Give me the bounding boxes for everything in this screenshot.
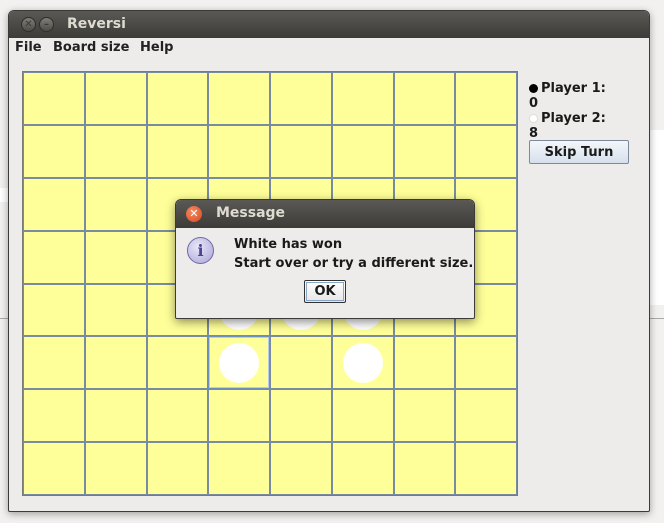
board-cell[interactable]: [331, 72, 394, 125]
board-cell[interactable]: [393, 442, 456, 495]
board-cell[interactable]: [208, 442, 270, 495]
board-cell[interactable]: [23, 72, 85, 125]
title-bar[interactable]: ✕ – Reversi: [9, 11, 649, 38]
board-cell[interactable]: [331, 442, 394, 495]
board-cell[interactable]: [23, 283, 85, 337]
board-cell[interactable]: [270, 389, 332, 443]
window-title: Reversi: [67, 16, 126, 32]
board-cell[interactable]: [393, 336, 456, 390]
player-1-label-text: Player 1:: [541, 81, 606, 96]
board-cell[interactable]: [146, 389, 209, 443]
board-cell[interactable]: [84, 283, 147, 337]
board-cell[interactable]: [270, 442, 332, 495]
skip-turn-button[interactable]: Skip Turn: [529, 140, 629, 164]
info-icon: i: [187, 237, 214, 264]
board-cell[interactable]: [393, 124, 456, 178]
menu-board-size[interactable]: Board size: [53, 40, 129, 55]
board-cell[interactable]: [23, 389, 85, 443]
board-cell[interactable]: [455, 442, 517, 495]
dialog-message-line-1: White has won: [234, 237, 343, 252]
board-cell[interactable]: [208, 72, 270, 125]
white-piece: [219, 342, 260, 383]
board-cell[interactable]: [455, 72, 517, 125]
menu-bar: File Board size Help: [9, 38, 649, 60]
board-cell[interactable]: [146, 442, 209, 495]
board-cell[interactable]: [146, 336, 209, 390]
board-cell[interactable]: [270, 124, 332, 178]
background-window-strip: [650, 130, 664, 305]
board-cell[interactable]: [23, 124, 85, 178]
board-cell[interactable]: [84, 177, 147, 231]
menu-help[interactable]: Help: [140, 40, 173, 55]
board-cell[interactable]: [23, 442, 85, 495]
board-cell[interactable]: [84, 389, 147, 443]
board-cell[interactable]: [331, 124, 394, 178]
menu-file[interactable]: File: [15, 40, 42, 55]
ok-button[interactable]: OK: [304, 280, 346, 303]
board-cell[interactable]: [208, 336, 270, 390]
background-window-strip: [650, 318, 664, 523]
board-cell[interactable]: [208, 124, 270, 178]
board-cell[interactable]: [455, 389, 517, 443]
board-cell[interactable]: [455, 336, 517, 390]
board-cell[interactable]: [270, 72, 332, 125]
minimize-icon[interactable]: –: [39, 17, 54, 32]
board-cell[interactable]: [23, 177, 85, 231]
board-cell[interactable]: [393, 72, 456, 125]
message-dialog: ✕ Message i White has won Start over or …: [175, 199, 475, 319]
board-cell[interactable]: [84, 230, 147, 284]
board-cell[interactable]: [146, 72, 209, 125]
background-window-strip: [0, 318, 8, 523]
black-disc-icon: [529, 84, 538, 93]
player-2-label-text: Player 2:: [541, 111, 606, 126]
player-2-label: Player 2:: [529, 111, 606, 126]
board-cell[interactable]: [455, 124, 517, 178]
board-cell[interactable]: [84, 124, 147, 178]
close-icon[interactable]: ✕: [186, 206, 202, 222]
board-cell[interactable]: [84, 72, 147, 125]
dialog-title: Message: [216, 205, 286, 221]
board-cell[interactable]: [84, 442, 147, 495]
white-disc-icon: [529, 114, 538, 123]
player-1-score: 0: [529, 96, 539, 111]
board-cell[interactable]: [208, 389, 270, 443]
board-cell[interactable]: [331, 389, 394, 443]
board-cell[interactable]: [270, 336, 332, 390]
white-piece: [342, 342, 383, 383]
background-window-strip: [0, 188, 8, 202]
close-icon[interactable]: ✕: [21, 17, 36, 32]
board-cell[interactable]: [23, 336, 85, 390]
player-2-score: 8: [529, 126, 539, 141]
board-cell[interactable]: [146, 124, 209, 178]
board-cell[interactable]: [84, 336, 147, 390]
board-cell[interactable]: [23, 230, 85, 284]
board-cell[interactable]: [393, 389, 456, 443]
board-cell[interactable]: [331, 336, 394, 390]
player-1-label: Player 1:: [529, 81, 606, 96]
dialog-title-bar[interactable]: ✕ Message: [176, 200, 474, 228]
dialog-message-line-2: Start over or try a different size.: [234, 256, 474, 271]
